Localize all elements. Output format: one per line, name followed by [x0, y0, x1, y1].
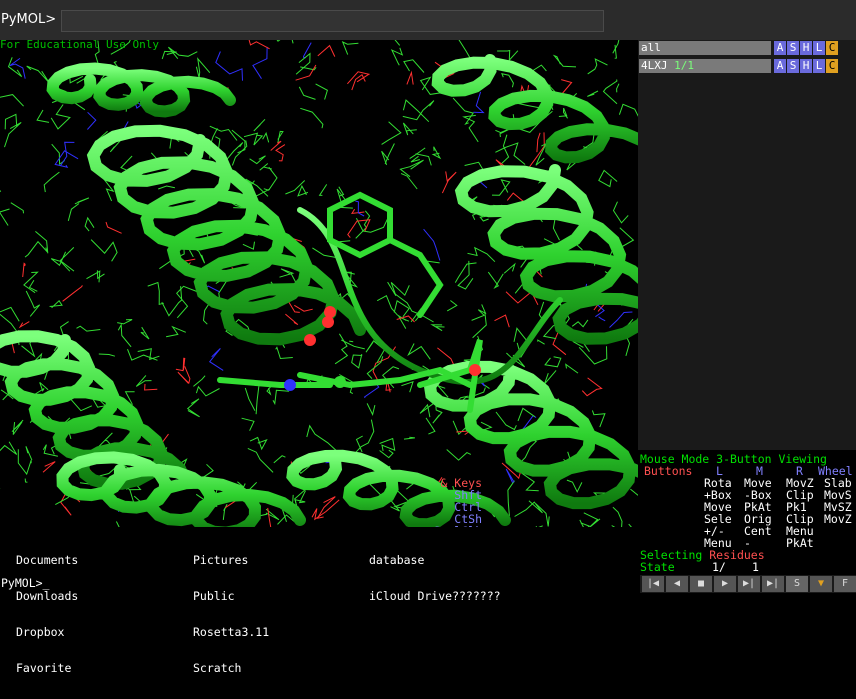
sequence-button[interactable]: S [786, 576, 808, 592]
forward-button[interactable]: ▶| [738, 576, 760, 592]
listing-column-2: Pictures Public Rosetta3.11 Scratch [193, 530, 269, 698]
list-item: Scratch [193, 661, 242, 675]
list-item: Documents [16, 553, 79, 567]
watermark: For Educational Use Only [0, 40, 159, 51]
action-button[interactable]: A [774, 41, 786, 55]
listing-column-3: database iCloud Drive??????? [369, 530, 501, 626]
binding-value: MovZ [824, 512, 852, 526]
list-item: Dropbox [16, 625, 65, 639]
protein-render [0, 40, 638, 527]
list-item: database [369, 553, 425, 567]
command-input[interactable] [61, 10, 604, 32]
list-item: Downloads [16, 589, 79, 603]
object-panel: all A S H L C 4LXJ 1/1 A S H L C [638, 40, 856, 450]
playback-controls: |◀ ◀ ■ ▶ ▶| ▶| S ▼ F [640, 575, 856, 593]
object-row-all[interactable]: all A S H L C [638, 40, 856, 56]
end-button[interactable]: ▶| [762, 576, 784, 592]
cartoon-helices [0, 54, 638, 527]
action-button[interactable]: A [774, 59, 786, 73]
show-button[interactable]: S [787, 41, 799, 55]
command-output: Documents Downloads Dropbox Favorite Pic… [0, 527, 638, 674]
command-bar: PyMOL> [0, 0, 856, 40]
list-item: iCloud Drive??????? [369, 589, 501, 603]
state-indicator: State 1/1 [640, 560, 759, 574]
hide-button[interactable]: H [800, 59, 812, 73]
movie-menu-button[interactable]: ▼ [810, 576, 832, 592]
command-prompt: PyMOL> [1, 12, 57, 27]
bottom-command-prompt[interactable]: PyMOL>_ [1, 577, 49, 589]
molecular-viewport[interactable]: For Educational Use Only [0, 40, 638, 527]
listing-column-1: Documents Downloads Dropbox Favorite [16, 530, 78, 698]
fullscreen-button[interactable]: F [834, 576, 856, 592]
label-button[interactable]: L [813, 59, 825, 73]
rewind-button[interactable]: |◀ [642, 576, 664, 592]
play-button[interactable]: ▶ [714, 576, 736, 592]
color-button[interactable]: C [826, 41, 838, 55]
stop-button[interactable]: ■ [690, 576, 712, 592]
back-button[interactable]: ◀ [666, 576, 688, 592]
list-item: Rosetta3.11 [193, 625, 270, 639]
label-button[interactable]: L [813, 41, 825, 55]
state-count: 1/1 [674, 59, 694, 72]
show-button[interactable]: S [787, 59, 799, 73]
object-name[interactable]: all [639, 41, 771, 55]
list-item: Pictures [193, 553, 249, 567]
list-item: Favorite [16, 661, 72, 675]
object-row-4lxj[interactable]: 4LXJ 1/1 A S H L C [638, 58, 856, 74]
color-button[interactable]: C [826, 59, 838, 73]
mouse-mode-panel[interactable]: Mouse Mode 3-Button Viewing Buttons L M R Wh… [434, 450, 856, 574]
hide-button[interactable]: H [800, 41, 812, 55]
binding-value: PkAt [786, 536, 814, 550]
list-item: Public [193, 589, 235, 603]
object-name[interactable]: 4LXJ 1/1 [639, 59, 771, 73]
